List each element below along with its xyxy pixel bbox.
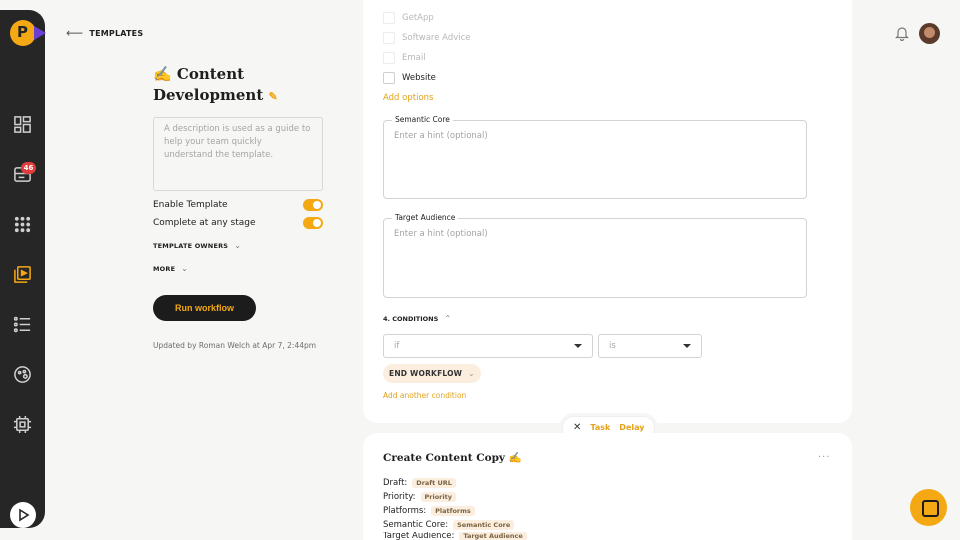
left-rail: P 46 <box>0 10 46 528</box>
option-label: Website <box>402 73 436 83</box>
breadcrumb[interactable]: ⟵ TEMPLATES <box>66 26 143 40</box>
chevron-down-icon: ⌄ <box>234 241 242 250</box>
option-getapp[interactable]: GetApp <box>383 12 434 24</box>
add-options-link[interactable]: Add options <box>383 93 433 103</box>
next-step-title[interactable]: Create Content Copy ✍️ <box>383 451 522 464</box>
enable-template-row: Enable Template <box>153 199 323 211</box>
back-arrow-icon[interactable]: ⟵ <box>66 26 83 40</box>
property-label: Semantic Core: <box>383 520 449 530</box>
palette-icon[interactable] <box>13 365 32 384</box>
chevron-down-icon: ⌄ <box>181 264 189 273</box>
option-label: Email <box>402 53 426 63</box>
conditions-header[interactable]: 4. CONDITIONS ⌃ <box>383 314 451 323</box>
breadcrumb-label[interactable]: TEMPLATES <box>89 29 143 38</box>
option-label: Software Advice <box>402 33 471 43</box>
property-tag: Priority <box>420 492 456 502</box>
add-task-link[interactable]: Task <box>590 423 610 432</box>
complete-any-stage-label: Complete at any stage <box>153 218 256 228</box>
add-condition-link[interactable]: Add another condition <box>383 391 466 400</box>
app-root: P 46 ⟵ TEMPLATES ✍️ Content Development … <box>0 0 960 540</box>
step-property: Target Audience: Target Audience <box>383 532 527 540</box>
add-delay-link[interactable]: Delay <box>619 423 644 432</box>
enable-template-toggle[interactable] <box>303 199 323 211</box>
templates-icon[interactable] <box>13 265 32 284</box>
list-icon[interactable] <box>13 315 32 334</box>
end-workflow-chip[interactable]: END WORKFLOW ⌄ <box>383 364 481 383</box>
chat-support-button[interactable] <box>910 489 947 526</box>
conditions-title: 4. CONDITIONS <box>383 314 439 323</box>
step-card <box>363 0 852 423</box>
template-title[interactable]: ✍️ Content Development ✎ <box>153 64 303 107</box>
target-audience-field[interactable]: Target Audience Enter a hint (optional) <box>383 213 807 298</box>
template-title-text[interactable]: ✍️ Content Development <box>153 65 263 104</box>
more-options-icon[interactable]: ··· <box>818 452 831 463</box>
chip-icon[interactable] <box>13 415 32 434</box>
semantic-core-field[interactable]: Semantic Core Enter a hint (optional) <box>383 115 807 199</box>
edit-pencil-icon[interactable]: ✎ <box>269 90 278 103</box>
complete-any-stage-row: Complete at any stage <box>153 217 323 229</box>
app-logo[interactable]: P <box>10 20 46 46</box>
enable-template-label: Enable Template <box>153 200 228 210</box>
select-value: is <box>609 341 616 351</box>
more-toggle[interactable]: MORE ⌄ <box>153 264 188 273</box>
updated-info: Updated by Roman Welch at Apr 7, 2:44pm <box>153 341 317 350</box>
step-property: Draft: Draft URL <box>383 478 456 488</box>
field-hint[interactable]: Enter a hint (optional) <box>394 131 488 141</box>
bell-icon[interactable] <box>894 25 910 42</box>
option-checkbox[interactable] <box>383 72 395 84</box>
user-avatar[interactable] <box>919 23 940 44</box>
template-description-field[interactable]: A description is used as a guide to help… <box>153 117 323 191</box>
launch-button[interactable] <box>10 502 36 528</box>
field-hint[interactable]: Enter a hint (optional) <box>394 229 488 239</box>
option-checkbox[interactable] <box>383 52 395 64</box>
step-property: Semantic Core: Semantic Core <box>383 520 515 530</box>
more-label: MORE <box>153 264 176 273</box>
field-label: Semantic Core <box>392 115 453 124</box>
caret-down-icon <box>574 344 582 348</box>
chevron-down-icon: ⌄ <box>467 369 475 378</box>
option-email[interactable]: Email <box>383 52 426 64</box>
step-property: Priority: Priority <box>383 492 456 502</box>
step-property: Platforms: Platforms <box>383 506 475 516</box>
field-label: Target Audience <box>392 213 459 222</box>
select-value: if <box>394 341 400 351</box>
property-label: Platforms: <box>383 506 427 516</box>
condition-is-select[interactable]: is <box>598 334 702 358</box>
run-workflow-button[interactable]: Run workflow <box>153 295 256 321</box>
property-label: Draft: <box>383 478 408 488</box>
chevron-up-icon: ⌃ <box>444 314 452 323</box>
condition-if-select[interactable]: if <box>383 334 593 358</box>
end-workflow-label: END WORKFLOW <box>389 369 463 378</box>
template-owners-toggle[interactable]: TEMPLATE OWNERS ⌄ <box>153 241 241 250</box>
apps-grid-icon[interactable] <box>13 215 32 234</box>
property-tag: Platforms <box>431 506 475 516</box>
dashboard-icon[interactable] <box>13 115 32 134</box>
property-tag: Target Audience <box>459 532 527 540</box>
property-label: Target Audience: <box>383 532 455 540</box>
option-checkbox[interactable] <box>383 32 395 44</box>
play-icon <box>19 508 30 522</box>
close-icon[interactable]: ✕ <box>573 422 581 433</box>
option-software-advice[interactable]: Software Advice <box>383 32 471 44</box>
template-owners-label: TEMPLATE OWNERS <box>153 241 229 250</box>
complete-any-stage-toggle[interactable] <box>303 217 323 229</box>
property-tag: Semantic Core <box>453 520 515 530</box>
option-website[interactable]: Website <box>383 72 436 84</box>
property-tag: Draft URL <box>412 478 456 488</box>
option-checkbox[interactable] <box>383 12 395 24</box>
property-label: Priority: <box>383 492 416 502</box>
option-label: GetApp <box>402 13 434 23</box>
caret-down-icon <box>683 344 691 348</box>
notification-count-badge: 46 <box>21 162 36 174</box>
